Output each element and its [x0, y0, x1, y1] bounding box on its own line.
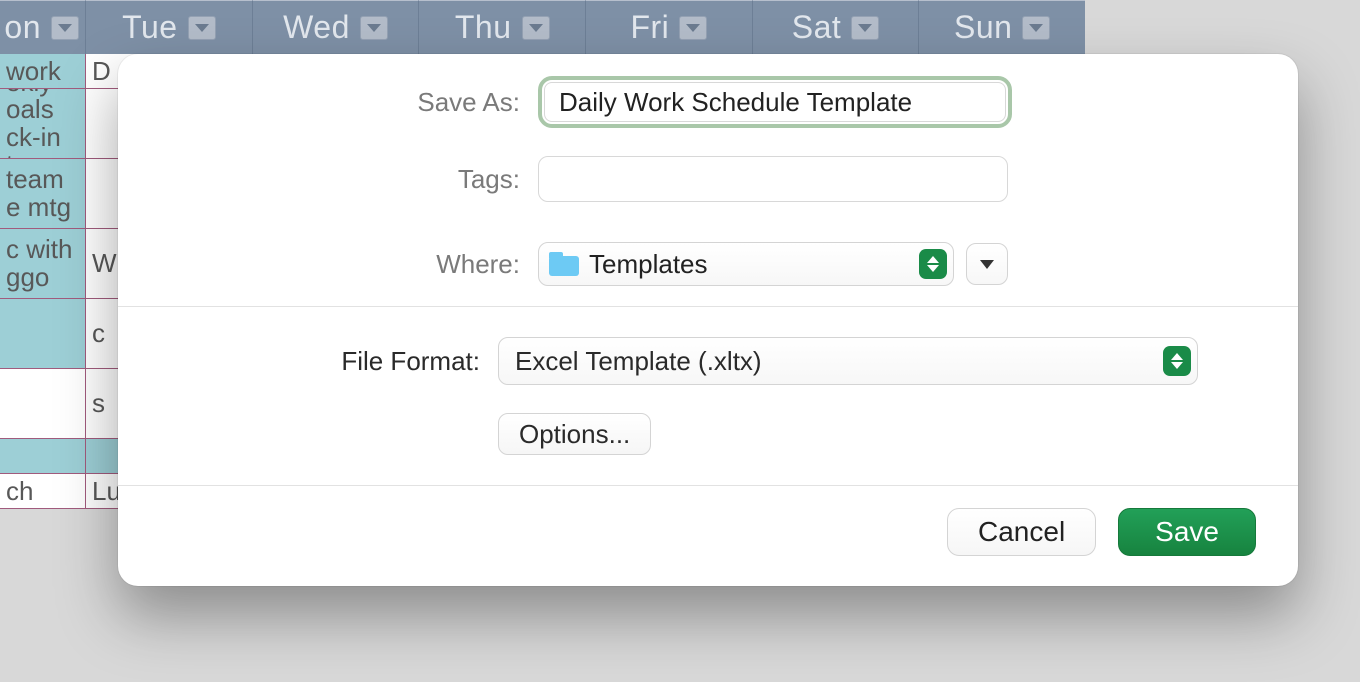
chevron-down-icon[interactable]	[851, 16, 879, 40]
file-format-value: Excel Template (.xltx)	[515, 346, 762, 377]
where-value: Templates	[589, 249, 708, 280]
day-header-sat: Sat	[753, 0, 920, 54]
file-format-label: File Format:	[178, 346, 498, 377]
calendar-cell: ch	[0, 474, 86, 509]
updown-icon	[1163, 346, 1191, 376]
save-as-row: Save As:	[178, 76, 1238, 128]
calendar-cell: eklyoalsck-intg	[0, 89, 86, 159]
calendar-cell	[0, 369, 86, 439]
cancel-button[interactable]: Cancel	[947, 508, 1096, 556]
options-button[interactable]: Options...	[498, 413, 651, 455]
day-label: Fri	[630, 9, 669, 46]
save-dialog: Save As: Tags: Where: Templates	[118, 54, 1298, 586]
calendar-cell: c withggo	[0, 229, 86, 299]
file-format-select[interactable]: Excel Template (.xltx)	[498, 337, 1198, 385]
options-row: Options...	[178, 413, 1238, 455]
day-header-thu: Thu	[419, 0, 586, 54]
chevron-down-icon[interactable]	[522, 16, 550, 40]
calendar-cell: teame mtg	[0, 159, 86, 229]
save-as-label: Save As:	[178, 87, 538, 118]
calendar-header-row: on Tue Wed Thu Fri Sat Sun	[0, 0, 1085, 54]
day-label: Wed	[283, 9, 350, 46]
calendar-cell: work	[0, 54, 86, 89]
chevron-down-icon	[980, 260, 994, 269]
tags-row: Tags:	[178, 156, 1238, 202]
day-label: Tue	[122, 9, 177, 46]
day-header-wed: Wed	[253, 0, 420, 54]
day-label: on	[4, 9, 41, 46]
tags-input[interactable]	[538, 156, 1008, 202]
day-header-fri: Fri	[586, 0, 753, 54]
chevron-down-icon[interactable]	[188, 16, 216, 40]
day-label: Sat	[792, 9, 842, 46]
updown-icon	[919, 249, 947, 279]
file-format-row: File Format: Excel Template (.xltx)	[178, 337, 1238, 385]
day-header-tue: Tue	[86, 0, 253, 54]
where-select[interactable]: Templates	[538, 242, 954, 286]
calendar-cell	[0, 439, 86, 474]
tags-label: Tags:	[178, 164, 538, 195]
expand-button[interactable]	[966, 243, 1008, 285]
chevron-down-icon[interactable]	[679, 16, 707, 40]
day-label: Sun	[954, 9, 1012, 46]
dialog-footer: Cancel Save	[118, 486, 1298, 556]
chevron-down-icon[interactable]	[51, 16, 79, 40]
day-label: Thu	[455, 9, 512, 46]
folder-icon	[549, 252, 579, 276]
day-header-mon: on	[0, 0, 86, 54]
save-as-focus-ring	[538, 76, 1012, 128]
save-as-input[interactable]	[544, 82, 1006, 122]
day-header-sun: Sun	[919, 0, 1085, 54]
save-button[interactable]: Save	[1118, 508, 1256, 556]
chevron-down-icon[interactable]	[1022, 16, 1050, 40]
calendar-cell	[0, 299, 86, 369]
chevron-down-icon[interactable]	[360, 16, 388, 40]
where-label: Where:	[178, 249, 538, 280]
where-row: Where: Templates	[178, 242, 1238, 286]
